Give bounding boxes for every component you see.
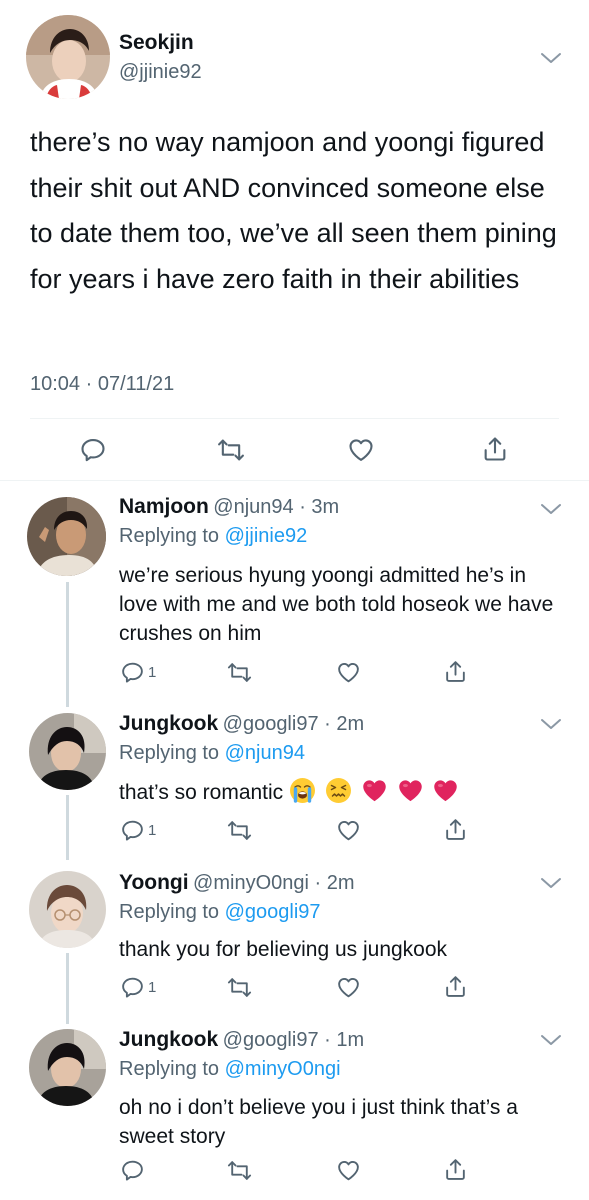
- replying-to-handle[interactable]: @googli97: [225, 901, 321, 923]
- reply-text: oh no i don’t believe you i just think t…: [119, 1096, 518, 1148]
- reply-count: 1: [148, 822, 157, 839]
- reply-count: 1: [148, 979, 157, 996]
- avatar-yoongi[interactable]: [29, 871, 106, 948]
- retweet-icon[interactable]: [227, 818, 252, 843]
- user-handle[interactable]: @jjinie92: [119, 61, 202, 84]
- chevron-down-icon[interactable]: [540, 51, 562, 70]
- share-icon[interactable]: [443, 817, 468, 842]
- like-icon[interactable]: [336, 660, 361, 685]
- like-icon[interactable]: [336, 975, 361, 1000]
- like-icon[interactable]: [347, 436, 375, 464]
- reply-count: 1: [148, 664, 157, 681]
- replying-to-handle[interactable]: @jjinie92: [225, 525, 308, 547]
- thread-line: [66, 582, 69, 707]
- display-name[interactable]: Yoongi: [119, 871, 189, 894]
- replying-to-handle[interactable]: @minyO0ngi: [225, 1058, 341, 1080]
- reply-text: that’s so romantic: [119, 781, 284, 804]
- replying-to-prefix: Replying to: [119, 742, 220, 764]
- reply-header: Yoongi @minyO0ngi · 2m: [119, 871, 355, 895]
- replying-to-prefix: Replying to: [119, 901, 220, 923]
- replying-to-handle[interactable]: @njun94: [225, 742, 305, 764]
- reply-icon[interactable]: [120, 660, 145, 685]
- share-icon[interactable]: [481, 435, 509, 463]
- display-name[interactable]: Namjoon: [119, 495, 209, 518]
- section-divider: [0, 480, 589, 481]
- reply-icon[interactable]: [120, 1158, 145, 1183]
- chevron-down-icon[interactable]: [540, 502, 562, 521]
- reply-icon[interactable]: [120, 818, 145, 843]
- share-icon[interactable]: [443, 659, 468, 684]
- tweet-timestamp: 10:04 · 07/11/21: [30, 373, 175, 395]
- reply-text: thank you for believing us jungkook: [119, 938, 448, 961]
- display-name[interactable]: Jungkook: [119, 1028, 218, 1051]
- user-handle-meta[interactable]: @minyO0ngi · 2m: [193, 872, 354, 894]
- reply-text: we’re serious hyung yoongi admitted he’s…: [119, 564, 554, 645]
- display-name[interactable]: Jungkook: [119, 712, 218, 735]
- reply-header: Jungkook @googli97 · 2m: [119, 712, 364, 736]
- replying-to-prefix: Replying to: [119, 525, 220, 547]
- retweet-icon[interactable]: [227, 1158, 252, 1183]
- like-icon[interactable]: [336, 818, 361, 843]
- confounded-face-icon: [325, 777, 352, 804]
- like-icon[interactable]: [336, 1158, 361, 1183]
- red-heart-icon: [432, 777, 459, 804]
- retweet-icon[interactable]: [217, 436, 245, 464]
- thread-line: [66, 953, 69, 1024]
- thread-line: [66, 795, 69, 860]
- avatar-namjoon[interactable]: [27, 497, 106, 576]
- share-icon[interactable]: [443, 1157, 468, 1182]
- tweet-text: there’s no way namjoon and yoongi figure…: [30, 127, 557, 294]
- user-handle-meta[interactable]: @googli97 · 2m: [223, 713, 364, 735]
- retweet-icon[interactable]: [227, 660, 252, 685]
- avatar-seokjin[interactable]: [26, 15, 110, 99]
- share-icon[interactable]: [443, 974, 468, 999]
- replying-to: Replying to @minyO0ngi: [119, 1058, 341, 1081]
- reply-text-line: that’s so romantic: [119, 777, 462, 807]
- user-handle-meta[interactable]: @njun94 · 3m: [213, 496, 339, 518]
- loudly-crying-face-icon: [289, 777, 316, 804]
- divider: [30, 418, 559, 419]
- chevron-down-icon[interactable]: [540, 876, 562, 895]
- replying-to: Replying to @njun94: [119, 742, 305, 765]
- reply-header: Namjoon @njun94 · 3m: [119, 495, 339, 519]
- display-name[interactable]: Seokjin: [119, 31, 194, 55]
- avatar-jungkook[interactable]: [29, 1029, 106, 1106]
- chevron-down-icon[interactable]: [540, 717, 562, 736]
- red-heart-icon: [397, 777, 424, 804]
- chevron-down-icon[interactable]: [540, 1033, 562, 1052]
- replying-to: Replying to @jjinie92: [119, 525, 307, 548]
- reply-icon[interactable]: [79, 436, 107, 464]
- red-heart-icon: [361, 777, 388, 804]
- reply-icon[interactable]: [120, 975, 145, 1000]
- user-handle-meta[interactable]: @googli97 · 1m: [223, 1029, 364, 1051]
- replying-to-prefix: Replying to: [119, 1058, 220, 1080]
- retweet-icon[interactable]: [227, 975, 252, 1000]
- reply-header: Jungkook @googli97 · 1m: [119, 1028, 364, 1052]
- avatar-jungkook[interactable]: [29, 713, 106, 790]
- replying-to: Replying to @googli97: [119, 901, 321, 924]
